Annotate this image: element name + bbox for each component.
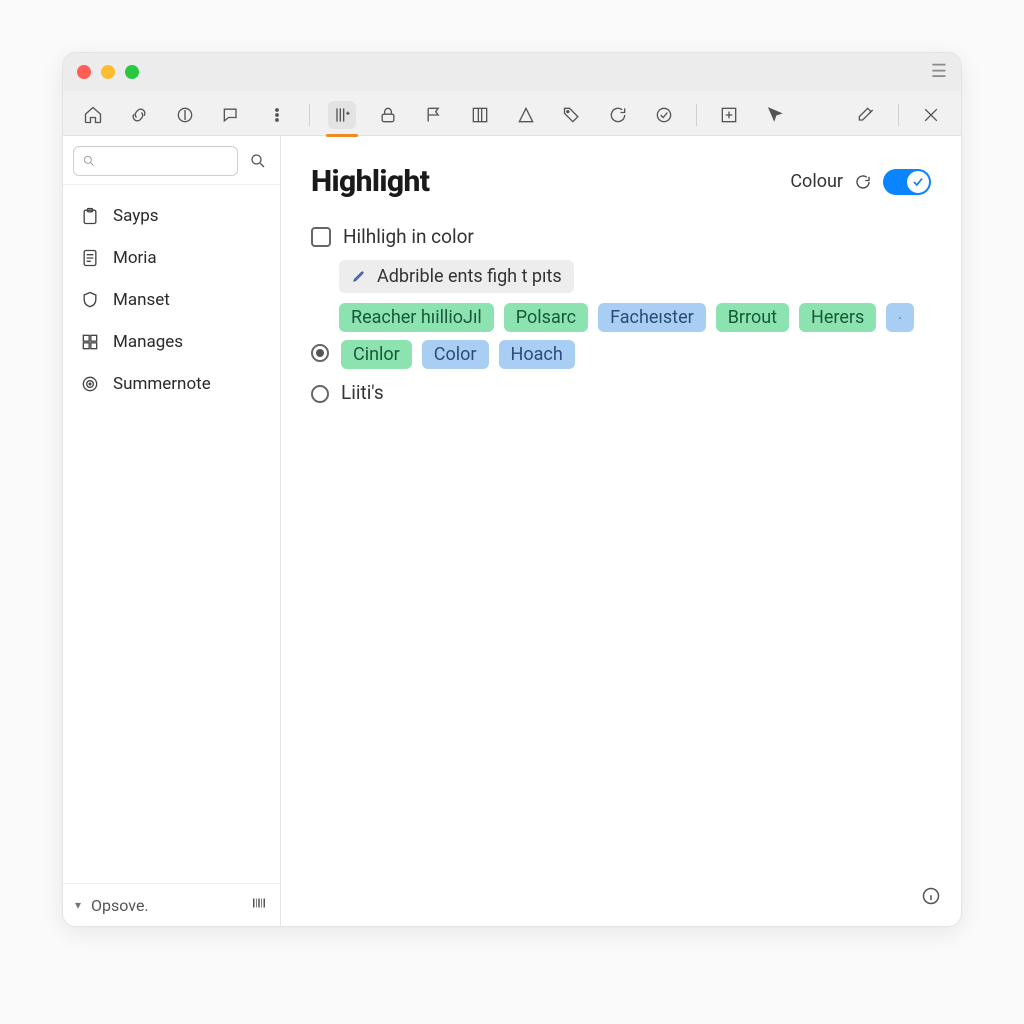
chat-icon[interactable] (217, 101, 245, 129)
triangle-icon[interactable] (512, 101, 540, 129)
window-minimize-button[interactable] (101, 65, 115, 79)
tag[interactable]: Polsarc (504, 303, 588, 332)
sidebar-footer: ▾ Opsove. (63, 883, 280, 926)
document-icon (79, 247, 101, 269)
sidebar-item-manset[interactable]: Manset (71, 279, 272, 321)
sidebar-item-label: Manset (113, 290, 170, 310)
lock-icon[interactable] (374, 101, 402, 129)
titlebar: ☰ (63, 53, 961, 91)
shield-icon (79, 289, 101, 311)
footer-label: Opsove. (91, 896, 149, 915)
main-panel: Highlight Colour Hilhligh in color (281, 136, 961, 926)
export-icon[interactable] (715, 101, 743, 129)
window-maximize-button[interactable] (125, 65, 139, 79)
sidebar: Sayps Moria Manset (63, 136, 281, 926)
nav-list: Sayps Moria Manset (63, 185, 280, 883)
chevron-down-icon[interactable]: ▾ (75, 898, 81, 912)
sidebar-item-label: Summernote (113, 374, 211, 394)
colour-toggle[interactable] (883, 169, 931, 195)
flag-icon[interactable] (420, 101, 448, 129)
tools-icon[interactable] (852, 101, 880, 129)
option-checkbox-row: Hilhligh in color (311, 225, 931, 248)
tag[interactable]: Herers (799, 303, 876, 332)
toolbar (63, 91, 961, 136)
tag-remove-icon[interactable] (886, 303, 914, 332)
check-circle-icon[interactable] (650, 101, 678, 129)
app-window: ☰ (62, 52, 962, 927)
sidebar-item-label: Sayps (113, 206, 159, 226)
edit-icon (351, 268, 369, 286)
body: Sayps Moria Manset (63, 136, 961, 926)
heading-row: Highlight Colour (311, 164, 931, 199)
close-icon[interactable] (917, 101, 945, 129)
radio-liitis[interactable] (311, 385, 329, 403)
tag-row-2: Cinlor Color Hoach (341, 340, 575, 369)
window-menu-icon[interactable]: ☰ (931, 63, 947, 81)
tag-icon[interactable] (558, 101, 586, 129)
tag[interactable]: Hoach (499, 340, 575, 369)
note-pill[interactable]: Adbrible ents figh t pıts (339, 260, 574, 293)
heading-controls: Colour (790, 169, 931, 195)
search-row (63, 136, 280, 185)
info-icon[interactable] (921, 886, 941, 910)
toolbar-separator (309, 104, 310, 126)
sidebar-item-label: Manages (113, 332, 183, 352)
option-radio-1-row: Cinlor Color Hoach (311, 340, 931, 369)
columns-icon[interactable] (466, 101, 494, 129)
toolbar-separator (898, 104, 899, 126)
circle-icon[interactable] (171, 101, 199, 129)
sidebar-item-manages[interactable]: Manages (71, 321, 272, 363)
subsection: Adbrible ents figh t pıts Reacher hıilli… (339, 260, 931, 332)
target-icon (79, 373, 101, 395)
link-icon[interactable] (125, 101, 153, 129)
traffic-lights (77, 65, 139, 79)
colour-label: Colour (790, 171, 843, 192)
checkbox-label: Hilhligh in color (343, 225, 474, 248)
sidebar-item-label: Moria (113, 248, 157, 268)
note-text: Adbrible ents figh t pıts (377, 266, 562, 287)
search-icon[interactable] (246, 149, 270, 173)
option-radio-2-row: Liiti's (311, 381, 931, 404)
refresh-icon[interactable] (853, 172, 873, 192)
toolbar-separator (696, 104, 697, 126)
grid-icon (79, 331, 101, 353)
sidebar-item-summernote[interactable]: Summernote (71, 363, 272, 405)
home-icon[interactable] (79, 101, 107, 129)
tag[interactable]: Facheıster (598, 303, 706, 332)
clipboard-icon (79, 205, 101, 227)
radio-cinlor[interactable] (311, 344, 329, 362)
highlight-tool-icon[interactable] (328, 101, 356, 129)
sidebar-item-sayps[interactable]: Sayps (71, 195, 272, 237)
tag[interactable]: Brrout (716, 303, 789, 332)
tag-row-1: Reacher hıillioJıl Polsarc Facheıster Br… (339, 303, 931, 332)
refresh-cw-icon[interactable] (604, 101, 632, 129)
checkbox-highlight-in-color[interactable] (311, 227, 331, 247)
tag[interactable]: Cinlor (341, 340, 412, 369)
cursor-icon[interactable] (761, 101, 789, 129)
window-close-button[interactable] (77, 65, 91, 79)
sidebar-item-moria[interactable]: Moria (71, 237, 272, 279)
radio-label: Liiti's (341, 381, 384, 404)
barcode-icon[interactable] (250, 894, 268, 916)
tag[interactable]: Color (422, 340, 489, 369)
search-input[interactable] (73, 146, 238, 176)
page-title: Highlight (311, 164, 429, 199)
toggle-knob (907, 171, 929, 193)
tag[interactable]: Reacher hıillioJıl (339, 303, 494, 332)
more-icon[interactable] (263, 101, 291, 129)
